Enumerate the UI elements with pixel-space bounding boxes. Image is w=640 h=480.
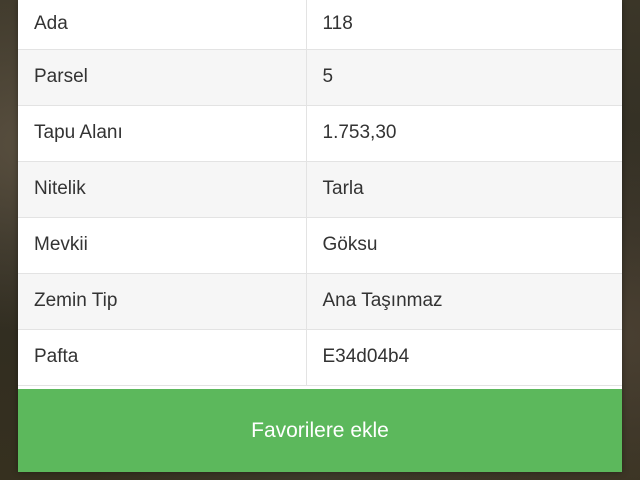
row-value-ada: 118: [306, 0, 622, 50]
add-to-favorites-button[interactable]: Favorilere ekle: [18, 389, 622, 472]
table-row: Pafta E34d04b4: [18, 329, 622, 386]
table-row: Nitelik Tarla: [18, 161, 622, 218]
table-row: Zemin Tip Ana Taşınmaz: [18, 273, 622, 330]
row-label-pafta: Pafta: [18, 329, 307, 386]
parcel-details-table: Ada 118 Parsel 5 Tapu Alanı 1.753,30 Nit…: [18, 0, 622, 386]
row-label-mevkii: Mevkii: [18, 217, 307, 274]
row-label-parsel: Parsel: [18, 49, 307, 106]
row-value-zemin-tip: Ana Taşınmaz: [306, 273, 622, 330]
row-value-mevkii: Göksu: [306, 217, 622, 274]
row-label-nitelik: Nitelik: [18, 161, 307, 218]
row-value-tapu-alani: 1.753,30: [306, 105, 622, 162]
table-row: Ada 118: [18, 0, 622, 50]
table-row: Tapu Alanı 1.753,30: [18, 105, 622, 162]
row-label-tapu-alani: Tapu Alanı: [18, 105, 307, 162]
row-value-pafta: E34d04b4: [306, 329, 622, 386]
parcel-info-panel: Ada 118 Parsel 5 Tapu Alanı 1.753,30 Nit…: [18, 0, 622, 472]
row-value-nitelik: Tarla: [306, 161, 622, 218]
table-row: Parsel 5: [18, 49, 622, 106]
row-value-parsel: 5: [306, 49, 622, 106]
table-row: Mevkii Göksu: [18, 217, 622, 274]
row-label-zemin-tip: Zemin Tip: [18, 273, 307, 330]
row-label-ada: Ada: [18, 0, 307, 50]
